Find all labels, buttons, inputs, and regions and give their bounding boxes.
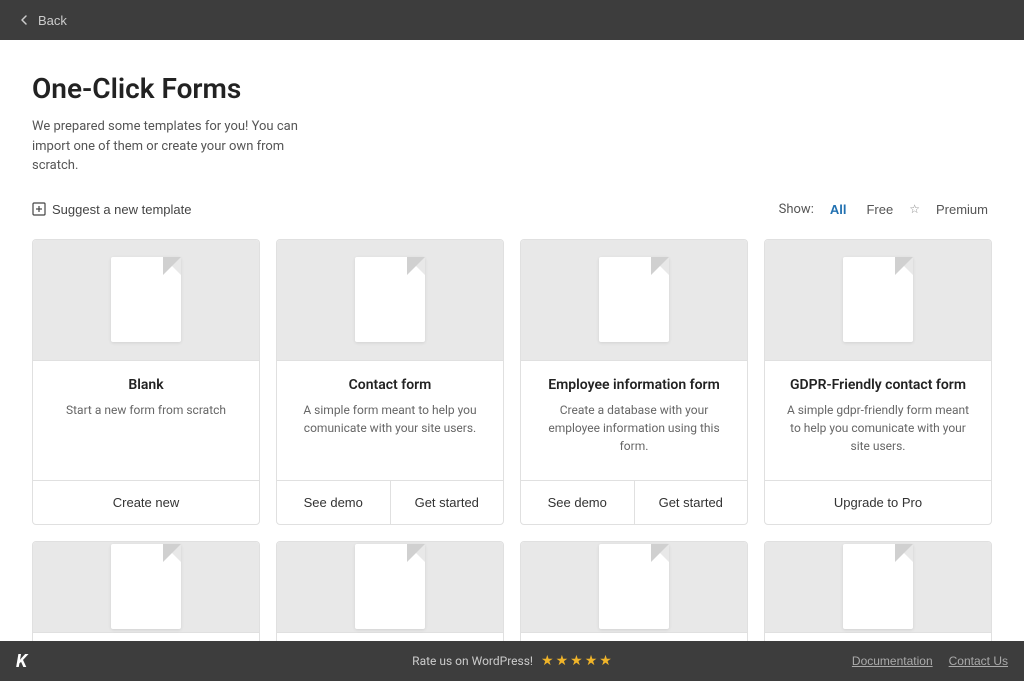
rate-us-section: Rate us on WordPress! ★ ★ ★ ★ ★	[412, 653, 612, 669]
documentation-link[interactable]: Documentation	[852, 654, 933, 668]
card-blank: Blank Start a new form from scratch Crea…	[32, 239, 260, 525]
card-desc-contact-form: A simple form meant to help you comunica…	[293, 401, 487, 464]
card-btn-employee-information-form-see-demo[interactable]: See demo	[521, 481, 634, 524]
card-image-customer-feedback-form	[277, 542, 503, 632]
card-appointment-form: Appointment form	[32, 541, 260, 642]
star-2: ★	[556, 653, 569, 669]
filter-free-button[interactable]: Free	[862, 200, 897, 219]
card-image-employee-information-form	[521, 240, 747, 360]
card-desc-blank: Start a new form from scratch	[66, 401, 226, 464]
card-image-appointment-form	[33, 542, 259, 632]
form-shape-icon	[599, 257, 669, 342]
show-label: Show:	[779, 202, 814, 217]
form-shape-icon	[843, 257, 913, 342]
page-title: One-Click Forms	[32, 72, 992, 105]
card-actions-contact-form: See demo Get started	[277, 480, 503, 524]
card-gdpr-contact-form: GDPR-Friendly contact form A simple gdpr…	[764, 239, 992, 525]
card-title-contact-form: Contact form	[349, 377, 432, 393]
card-desc-gdpr-contact-form: A simple gdpr-friendly form meant to hel…	[781, 401, 975, 464]
form-shape-icon	[355, 544, 425, 629]
cards-grid: Blank Start a new form from scratch Crea…	[32, 239, 992, 642]
card-image-gdpr-contact-form	[765, 240, 991, 360]
suggest-icon	[32, 202, 46, 216]
card-body-blank: Blank Start a new form from scratch	[33, 360, 259, 480]
show-filter-group: Show: All Free ☆ Premium	[779, 200, 992, 219]
card-art-contest: Art contest	[520, 541, 748, 642]
card-desc-employee-information-form: Create a database with your employee inf…	[537, 401, 731, 464]
filter-premium-button[interactable]: Premium	[932, 200, 992, 219]
card-image-art-contest	[521, 542, 747, 632]
star-1: ★	[541, 653, 554, 669]
star-4: ★	[585, 653, 598, 669]
card-title-gdpr-contact-form: GDPR-Friendly contact form	[790, 377, 966, 393]
card-btn-contact-form-get-started[interactable]: Get started	[390, 481, 504, 524]
page-description: We prepared some templates for you! You …	[32, 117, 312, 176]
card-body-contact-form: Contact form A simple form meant to help…	[277, 360, 503, 480]
card-btn-gdpr-contact-form-upgrade[interactable]: Upgrade to Pro	[765, 481, 991, 524]
toolbar: Suggest a new template Show: All Free ☆ …	[32, 200, 992, 219]
k-logo: K	[16, 651, 27, 672]
suggest-template-button[interactable]: Suggest a new template	[32, 202, 191, 217]
card-actions-blank: Create new	[33, 480, 259, 524]
card-title-blank: Blank	[128, 377, 163, 393]
star-icon: ☆	[909, 202, 920, 216]
top-navigation-bar: Back	[0, 0, 1024, 40]
filter-all-button[interactable]: All	[826, 200, 851, 219]
card-image-blank	[33, 240, 259, 360]
back-label: Back	[38, 13, 67, 28]
back-arrow-icon	[16, 12, 32, 28]
contact-us-link[interactable]: Contact Us	[949, 654, 1008, 668]
star-3: ★	[570, 653, 583, 669]
card-job-application: Job application	[764, 541, 992, 642]
form-shape-icon	[111, 544, 181, 629]
main-content: One-Click Forms We prepared some templat…	[0, 40, 1024, 641]
back-button[interactable]: Back	[16, 12, 67, 28]
card-actions-employee-information-form: See demo Get started	[521, 480, 747, 524]
card-actions-gdpr-contact-form: Upgrade to Pro	[765, 480, 991, 524]
card-employee-information-form: Employee information form Create a datab…	[520, 239, 748, 525]
form-shape-icon	[843, 544, 913, 629]
star-5: ★	[599, 653, 612, 669]
card-customer-feedback-form: Customer feedback form	[276, 541, 504, 642]
bottom-links: Documentation Contact Us	[852, 654, 1008, 668]
star-rating: ★ ★ ★ ★ ★	[541, 653, 612, 669]
suggest-label: Suggest a new template	[52, 202, 191, 217]
card-contact-form: Contact form A simple form meant to help…	[276, 239, 504, 525]
form-shape-icon	[599, 544, 669, 629]
form-shape-icon	[355, 257, 425, 342]
card-btn-employee-information-form-get-started[interactable]: Get started	[634, 481, 748, 524]
bottom-bar: K Rate us on WordPress! ★ ★ ★ ★ ★ Docume…	[0, 641, 1024, 681]
card-btn-blank-create-new[interactable]: Create new	[33, 481, 259, 524]
card-image-contact-form	[277, 240, 503, 360]
form-shape-icon	[111, 257, 181, 342]
card-body-gdpr-contact-form: GDPR-Friendly contact form A simple gdpr…	[765, 360, 991, 480]
card-image-job-application	[765, 542, 991, 632]
card-title-employee-information-form: Employee information form	[548, 377, 720, 393]
card-body-employee-information-form: Employee information form Create a datab…	[521, 360, 747, 480]
card-btn-contact-form-see-demo[interactable]: See demo	[277, 481, 390, 524]
rate-us-text: Rate us on WordPress!	[412, 654, 533, 668]
